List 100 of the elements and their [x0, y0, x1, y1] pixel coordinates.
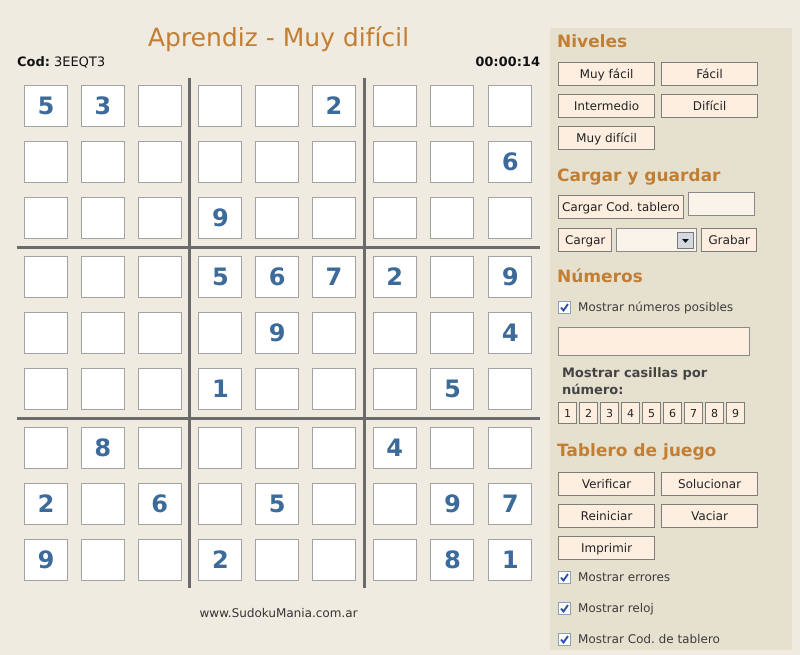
cell-input-field[interactable] [372, 312, 417, 354]
cell-input-field[interactable] [312, 312, 356, 354]
cell-input-field[interactable] [138, 368, 182, 410]
level-button[interactable]: Intermedio [558, 94, 655, 118]
cell-input-field[interactable] [80, 197, 125, 239]
cell-input-field[interactable] [312, 427, 356, 469]
cell-input-field[interactable] [312, 483, 356, 525]
cell-input-field[interactable] [255, 368, 300, 410]
cell-input-field[interactable] [24, 312, 68, 354]
load-button[interactable]: Cargar [558, 228, 612, 252]
cell-input-field[interactable] [80, 483, 125, 525]
given-number-cell: 6 [488, 141, 532, 183]
cell-input-field[interactable] [312, 368, 356, 410]
cell-input-field[interactable] [372, 197, 417, 239]
cell-input-field[interactable] [24, 197, 68, 239]
load-code-button[interactable]: Cargar Cod. tablero [558, 195, 684, 219]
cell-input-field[interactable] [138, 539, 182, 581]
board-action-button[interactable]: Solucionar [661, 472, 758, 496]
cell-input-field[interactable] [488, 85, 532, 127]
given-number-cell: 2 [312, 85, 356, 127]
board-action-button[interactable]: Reiniciar [558, 504, 655, 528]
checkbox[interactable] [558, 570, 571, 584]
number-button[interactable]: 9 [726, 402, 745, 424]
checkbox[interactable] [558, 300, 571, 314]
cell-input-field[interactable] [255, 427, 300, 469]
cell-input-field[interactable] [430, 256, 474, 298]
cell-input-field[interactable] [138, 141, 182, 183]
caret-icon[interactable] [677, 232, 694, 248]
cell-input-field[interactable] [138, 427, 182, 469]
cell-input-field[interactable] [138, 256, 182, 298]
cell-input-field[interactable] [372, 368, 417, 410]
cell-input-field[interactable] [372, 483, 417, 525]
section-heading: Cargar y guardar [557, 166, 722, 186]
cell-input-field[interactable] [312, 141, 356, 183]
number-button[interactable]: 7 [684, 402, 703, 424]
cell-input-field[interactable] [430, 312, 474, 354]
cell-input-field[interactable] [198, 483, 242, 525]
cell-input-field[interactable] [24, 427, 68, 469]
cell-input-field[interactable] [488, 368, 532, 410]
given-number-cell: 3 [80, 85, 125, 127]
cell-input-field[interactable] [198, 312, 242, 354]
cell-input-field[interactable] [80, 539, 125, 581]
level-button[interactable]: Difícil [661, 94, 758, 118]
level-button[interactable]: Muy difícil [558, 126, 655, 150]
cell-input-field[interactable] [255, 85, 300, 127]
checkbox-label: Mostrar números posibles [578, 299, 734, 316]
number-button[interactable]: 4 [621, 402, 640, 424]
cell-input-field[interactable] [198, 141, 242, 183]
cell-input-field[interactable] [24, 368, 68, 410]
given-number-cell: 9 [24, 539, 68, 581]
cell-input-field[interactable] [430, 141, 474, 183]
cell-input-field[interactable] [488, 427, 532, 469]
cell-input-field[interactable] [488, 197, 532, 239]
number-button[interactable]: 1 [558, 402, 577, 424]
code-input-field[interactable] [688, 192, 755, 216]
number-button[interactable]: 8 [705, 402, 724, 424]
cell-input-field[interactable] [372, 85, 417, 127]
cell-input-field[interactable] [138, 85, 182, 127]
given-number-cell: 9 [430, 483, 474, 525]
given-number-cell: 4 [488, 312, 532, 354]
cell-input-field[interactable] [198, 85, 242, 127]
number-button[interactable]: 6 [663, 402, 682, 424]
given-number-cell: 9 [198, 197, 242, 239]
cell-input-field[interactable] [312, 197, 356, 239]
cell-input-field[interactable] [255, 141, 300, 183]
given-number-cell: 8 [80, 427, 125, 469]
number-button[interactable]: 2 [579, 402, 598, 424]
level-button[interactable]: Muy fácil [558, 62, 655, 86]
number-button[interactable]: 3 [600, 402, 619, 424]
save-button[interactable]: Grabar [701, 228, 757, 252]
cell-input-field[interactable] [430, 85, 474, 127]
cell-input-field[interactable] [255, 197, 300, 239]
cell-input-field[interactable] [80, 141, 125, 183]
checkbox[interactable] [558, 602, 571, 614]
board-action-button[interactable]: Imprimir [558, 536, 655, 560]
cell-input-field[interactable] [138, 197, 182, 239]
checkbox[interactable] [558, 632, 571, 646]
cell-input-field[interactable] [430, 197, 474, 239]
cell-input-field[interactable] [372, 141, 417, 183]
saved-boards-dropdown[interactable] [616, 228, 698, 252]
cell-input-field[interactable] [372, 539, 417, 581]
cell-input-field[interactable] [80, 312, 125, 354]
cell-input-field[interactable] [24, 256, 68, 298]
cell-input-field[interactable] [80, 256, 125, 298]
section-heading: Tablero de juego [557, 441, 718, 461]
cell-input-field[interactable] [24, 141, 68, 183]
board-action-button[interactable]: Verificar [558, 472, 655, 496]
website-url: www.SudokuMania.com.ar [199, 605, 358, 622]
number-button[interactable]: 5 [642, 402, 661, 424]
cell-input-field[interactable] [80, 368, 125, 410]
cell-input-field[interactable] [138, 312, 182, 354]
given-number-cell: 9 [255, 312, 300, 354]
given-number-cell: 9 [488, 256, 532, 298]
cell-input-field[interactable] [312, 539, 356, 581]
cell-input-field[interactable] [198, 427, 242, 469]
code-label: Cod: [17, 54, 50, 71]
level-button[interactable]: Fácil [661, 62, 758, 86]
cell-input-field[interactable] [430, 427, 474, 469]
board-action-button[interactable]: Vaciar [661, 504, 758, 528]
cell-input-field[interactable] [255, 539, 300, 581]
